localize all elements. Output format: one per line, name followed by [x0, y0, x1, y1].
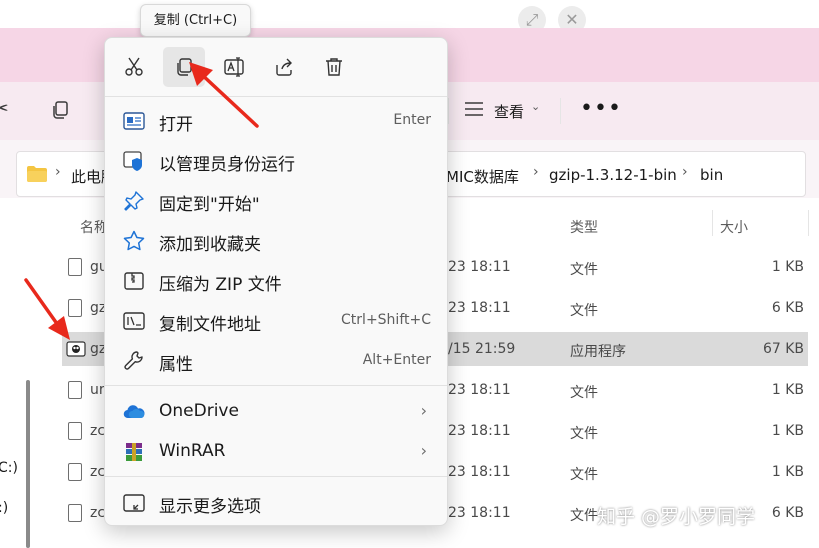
cut-icon[interactable]: ✂	[0, 96, 9, 120]
menu-item-label: 以管理员身份运行	[159, 155, 295, 175]
cut-button[interactable]	[113, 47, 155, 87]
menu-item-properties[interactable]: 属性 Alt+Enter	[111, 341, 441, 379]
menu-item-copy-path[interactable]: 复制文件地址 Ctrl+Shift+C	[111, 301, 441, 339]
file-size: 6 KB	[771, 505, 804, 521]
file-size: 1 KB	[771, 464, 804, 480]
file-size: 1 KB	[771, 259, 804, 275]
file-size: 1 KB	[771, 423, 804, 439]
menu-item-label: OneDrive	[159, 401, 239, 421]
file-type: 文件	[570, 508, 598, 524]
folder-icon	[27, 166, 47, 186]
nav-drive-c[interactable]: C:)	[0, 460, 18, 476]
context-menu: 打开 Enter 以管理员身份运行 固定到"开始" 添加到收藏夹 压缩为 ZIP…	[104, 37, 448, 526]
chevron-down-icon: ⌄	[531, 100, 541, 113]
copy-tooltip: 复制 (Ctrl+C)	[140, 4, 251, 37]
file-size: 67 KB	[762, 341, 804, 357]
open-icon	[123, 112, 145, 130]
menu-item-pin-to-start[interactable]: 固定到"开始"	[111, 181, 441, 219]
view-icon	[464, 101, 484, 121]
share-button[interactable]	[263, 47, 305, 87]
view-button[interactable]: 查看	[494, 101, 524, 122]
wrench-icon	[124, 351, 143, 370]
menu-item-open[interactable]: 打开 Enter	[111, 101, 441, 139]
file-icon	[68, 258, 82, 276]
file-date: 23 18:11	[448, 259, 511, 275]
file-date: 23 18:11	[448, 300, 511, 316]
chevron-right-icon: ›	[55, 164, 61, 180]
column-header-size[interactable]: 大小	[720, 217, 748, 237]
chevron-right-icon: ›	[420, 441, 427, 460]
navigation-pane: C:) :)	[0, 198, 38, 548]
trash-icon	[326, 58, 342, 76]
nav-drive-d[interactable]: :)	[0, 500, 8, 516]
scissors-icon	[125, 57, 143, 76]
menu-item-label: 属性	[159, 355, 193, 375]
file-name: zc	[90, 505, 106, 521]
menu-item-add-to-favorites[interactable]: 添加到收藏夹	[111, 221, 441, 259]
zip-icon	[124, 272, 144, 290]
nav-scrollbar[interactable]	[26, 380, 30, 548]
file-date: 23 18:11	[448, 505, 511, 521]
shield-icon	[123, 151, 142, 171]
breadcrumb-database[interactable]: MIC数据库	[446, 166, 519, 187]
file-date: 23 18:11	[448, 382, 511, 398]
file-name: ur	[90, 382, 105, 398]
file-icon	[68, 381, 82, 399]
onedrive-icon	[123, 405, 145, 419]
file-type: 文件	[570, 385, 598, 401]
annotation-arrow-file	[24, 278, 70, 340]
file-type: 文件	[570, 426, 598, 442]
menu-item-label: WinRAR	[159, 441, 226, 461]
share-icon	[276, 58, 292, 76]
file-icon	[68, 463, 82, 481]
menu-item-label: 添加到收藏夹	[159, 235, 261, 255]
path-icon	[123, 312, 145, 330]
menu-item-shortcut: Ctrl+Shift+C	[341, 312, 431, 328]
menu-item-run-as-admin[interactable]: 以管理员身份运行	[111, 141, 441, 179]
chevron-right-icon: ›	[682, 164, 688, 180]
menu-item-label: 固定到"开始"	[159, 195, 260, 215]
more-options-icon	[123, 494, 145, 512]
column-header-type[interactable]: 类型	[570, 217, 598, 237]
pin-icon	[124, 191, 144, 211]
file-type: 文件	[570, 303, 598, 319]
file-date: /15 21:59	[448, 341, 516, 357]
file-name: zc	[90, 423, 106, 439]
star-icon	[123, 230, 145, 251]
file-date: 23 18:11	[448, 464, 511, 480]
more-icon[interactable]: •••	[580, 96, 622, 121]
menu-item-label: 复制文件地址	[159, 315, 261, 335]
breadcrumb-gzip-folder[interactable]: gzip-1.3.12-1-bin	[549, 166, 677, 184]
file-icon	[68, 504, 82, 522]
file-type: 文件	[570, 262, 598, 278]
menu-item-show-more-options[interactable]: 显示更多选项	[111, 483, 441, 521]
file-type: 文件	[570, 467, 598, 483]
menu-item-winrar[interactable]: WinRAR ›	[111, 432, 441, 470]
menu-item-compress-zip[interactable]: 压缩为 ZIP 文件	[111, 261, 441, 299]
file-name: zc	[90, 464, 106, 480]
title-bar	[0, 0, 819, 28]
delete-button[interactable]	[313, 47, 355, 87]
menu-item-label: 显示更多选项	[159, 497, 261, 517]
file-type: 应用程序	[570, 344, 626, 360]
chevron-right-icon: ›	[533, 164, 539, 180]
file-icon	[68, 422, 82, 440]
file-size: 1 KB	[771, 382, 804, 398]
winrar-icon	[126, 443, 142, 461]
watermark: 知乎 @罗小罗同学	[597, 506, 756, 528]
annotation-arrow-copy	[189, 62, 259, 128]
breadcrumb-bin[interactable]: bin	[700, 166, 723, 184]
file-size: 6 KB	[771, 300, 804, 316]
menu-item-onedrive[interactable]: OneDrive ›	[111, 392, 441, 430]
copy-icon[interactable]	[50, 100, 70, 124]
file-date: 23 18:11	[448, 423, 511, 439]
menu-item-shortcut: Alt+Enter	[362, 352, 431, 368]
menu-item-label: 压缩为 ZIP 文件	[159, 275, 282, 295]
chevron-right-icon: ›	[420, 401, 427, 420]
menu-item-shortcut: Enter	[393, 112, 431, 128]
